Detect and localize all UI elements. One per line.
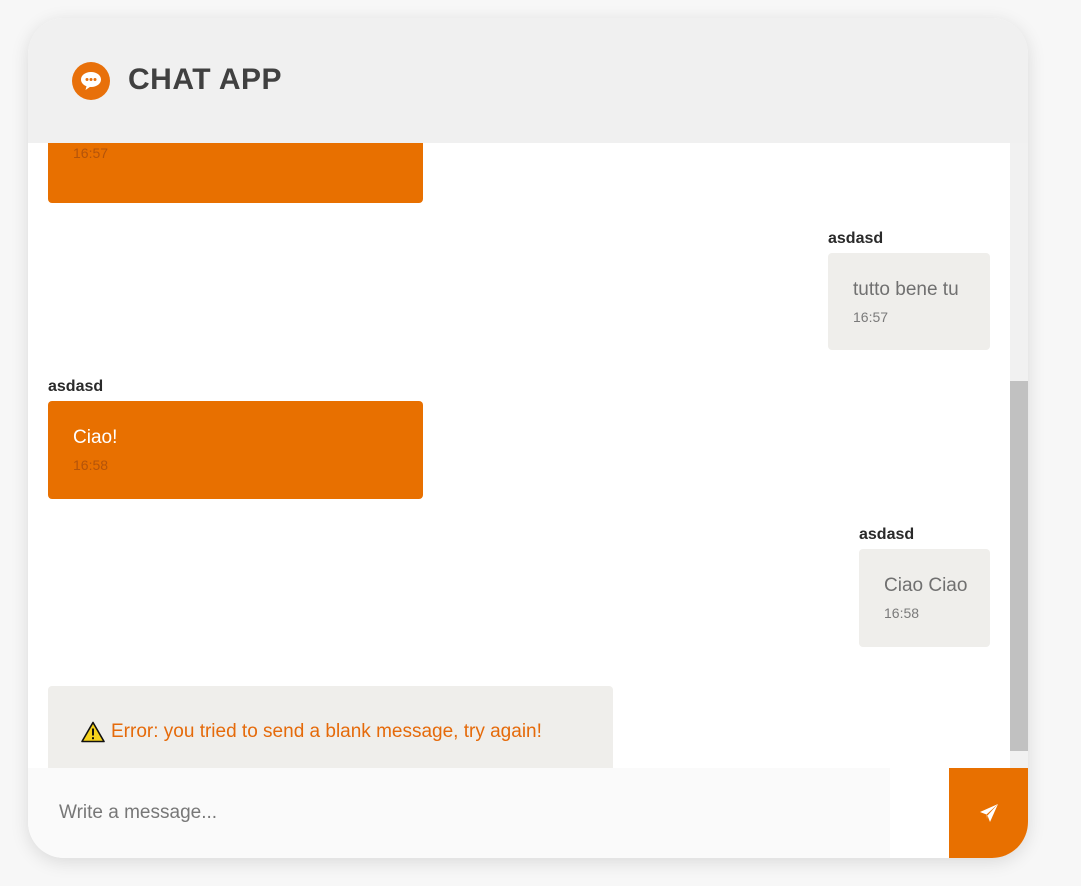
message-bubble: tutto bene tu 16:57 bbox=[828, 253, 990, 350]
paper-plane-icon bbox=[979, 804, 998, 822]
message-time: 16:57 bbox=[853, 309, 889, 325]
message-bubble: Ciao Ciao 16:58 bbox=[859, 549, 990, 647]
warning-icon bbox=[81, 721, 105, 743]
composer bbox=[28, 768, 890, 858]
error-message: Error: you tried to send a blank message… bbox=[48, 686, 613, 768]
scrollbar-thumb[interactable] bbox=[1010, 381, 1028, 751]
chat-bubble-icon bbox=[72, 62, 110, 100]
message-bubble: 16:57 bbox=[48, 143, 423, 203]
message-list[interactable]: 16:57 asdasd tutto bene tu 16:57 asdasd … bbox=[28, 143, 1010, 768]
message-sender: asdasd bbox=[859, 526, 915, 543]
message-time: 16:57 bbox=[73, 145, 109, 161]
message-time: 16:58 bbox=[884, 605, 920, 621]
message-text: Ciao Ciao bbox=[884, 575, 968, 596]
message-text: Ciao! bbox=[73, 427, 118, 448]
message-bubble: Ciao! 16:58 bbox=[48, 401, 423, 499]
message-time: 16:58 bbox=[73, 457, 109, 473]
message-sender: asdasd bbox=[48, 378, 104, 395]
message-sender: asdasd bbox=[828, 230, 884, 247]
chat-header: CHAT APP bbox=[28, 18, 1028, 143]
send-button[interactable] bbox=[949, 768, 1028, 858]
app-title: CHAT APP bbox=[128, 63, 282, 96]
message-text: tutto bene tu bbox=[853, 279, 959, 300]
chat-window: CHAT APP 16:57 asdasd tutto bene tu 16:5… bbox=[28, 18, 1028, 858]
error-text: Error: you tried to send a blank message… bbox=[111, 721, 542, 742]
scrollbar[interactable] bbox=[1010, 143, 1028, 768]
message-input[interactable] bbox=[28, 768, 890, 858]
